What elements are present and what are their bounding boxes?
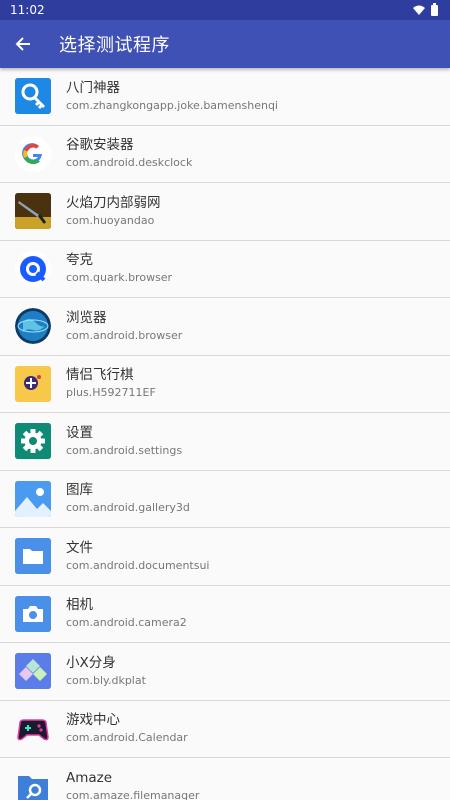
- globe-icon: [15, 308, 51, 345]
- app-name: 夸克: [66, 252, 93, 269]
- gallery-icon: [15, 480, 51, 517]
- package-name: com.android.deskclock: [66, 156, 193, 170]
- package-name: com.huoyandao: [66, 213, 155, 227]
- google-icon: [15, 135, 51, 172]
- status-time: 11:02: [10, 3, 45, 17]
- list-item[interactable]: 八门神器 com.zhangkongapp.joke.bamenshenqi: [0, 68, 450, 126]
- app-name: 相机: [66, 597, 93, 614]
- back-button[interactable]: [0, 20, 46, 68]
- app-name: Amaze: [66, 769, 113, 786]
- list-item[interactable]: 相机 com.android.camera2: [0, 585, 450, 643]
- amaze-icon: [15, 768, 51, 800]
- package-name: com.bly.dkplat: [66, 673, 146, 687]
- app-name: 浏览器: [66, 309, 107, 326]
- arrow-left-icon: [15, 37, 30, 51]
- page-title: 选择测试程序: [59, 35, 170, 56]
- app-name: 小X分身: [66, 654, 116, 671]
- list-item[interactable]: 谷歌安装器 com.android.deskclock: [0, 125, 450, 183]
- list-item[interactable]: Amaze com.amaze.filemanager: [0, 758, 450, 800]
- status-bar: 11:02: [0, 0, 450, 20]
- x-clone-icon: [15, 653, 51, 690]
- gear-icon: [15, 423, 51, 460]
- quark-icon: [15, 250, 51, 287]
- app-name: 图库: [66, 482, 93, 499]
- wifi-icon: [413, 5, 425, 15]
- package-name: com.quark.browser: [66, 271, 173, 285]
- package-name: com.android.documentsui: [66, 558, 210, 572]
- list-item[interactable]: 火焰刀内部弱网 com.huoyandao: [0, 183, 450, 241]
- app-list: 八门神器 com.zhangkongapp.joke.bamenshenqi 谷歌…: [0, 68, 450, 800]
- bamen-icon: [15, 78, 51, 115]
- list-item[interactable]: 夸克 com.quark.browser: [0, 240, 450, 298]
- list-item[interactable]: 图库 com.android.gallery3d: [0, 470, 450, 528]
- app-name: 谷歌安装器: [66, 137, 134, 154]
- app-name: 八门神器: [66, 79, 120, 96]
- app-name: 游戏中心: [66, 712, 120, 729]
- app-name: 文件: [66, 539, 93, 556]
- game-center-icon: [15, 710, 51, 747]
- battery-icon: [431, 2, 438, 16]
- status-icons: [413, 2, 438, 16]
- app-name: 设置: [66, 424, 93, 441]
- toolbar: 选择测试程序: [0, 20, 450, 68]
- folder-icon: [15, 538, 51, 575]
- list-item[interactable]: 小X分身 com.bly.dkplat: [0, 643, 450, 701]
- list-item[interactable]: 浏览器 com.android.browser: [0, 298, 450, 356]
- list-item[interactable]: 文件 com.android.documentsui: [0, 528, 450, 586]
- app-name: 火焰刀内部弱网: [66, 194, 161, 211]
- package-name: com.android.settings: [66, 443, 183, 457]
- app-name: 情侣飞行棋: [66, 367, 134, 384]
- flight-chess-icon: [15, 365, 51, 402]
- camera-icon: [15, 595, 51, 632]
- list-item[interactable]: 情侣飞行棋 plus.H592711EF: [0, 355, 450, 413]
- package-name: com.android.gallery3d: [66, 501, 190, 515]
- package-name: com.android.browser: [66, 328, 183, 342]
- package-name: com.amaze.filemanager: [66, 788, 200, 800]
- flame-blade-icon: [15, 193, 51, 230]
- list-item[interactable]: 游戏中心 com.android.Calendar: [0, 700, 450, 758]
- package-name: com.zhangkongapp.joke.bamenshenqi: [66, 98, 278, 112]
- list-item[interactable]: 设置 com.android.settings: [0, 413, 450, 471]
- package-name: com.android.camera2: [66, 616, 187, 630]
- package-name: com.android.Calendar: [66, 731, 188, 745]
- package-name: plus.H592711EF: [66, 386, 156, 400]
